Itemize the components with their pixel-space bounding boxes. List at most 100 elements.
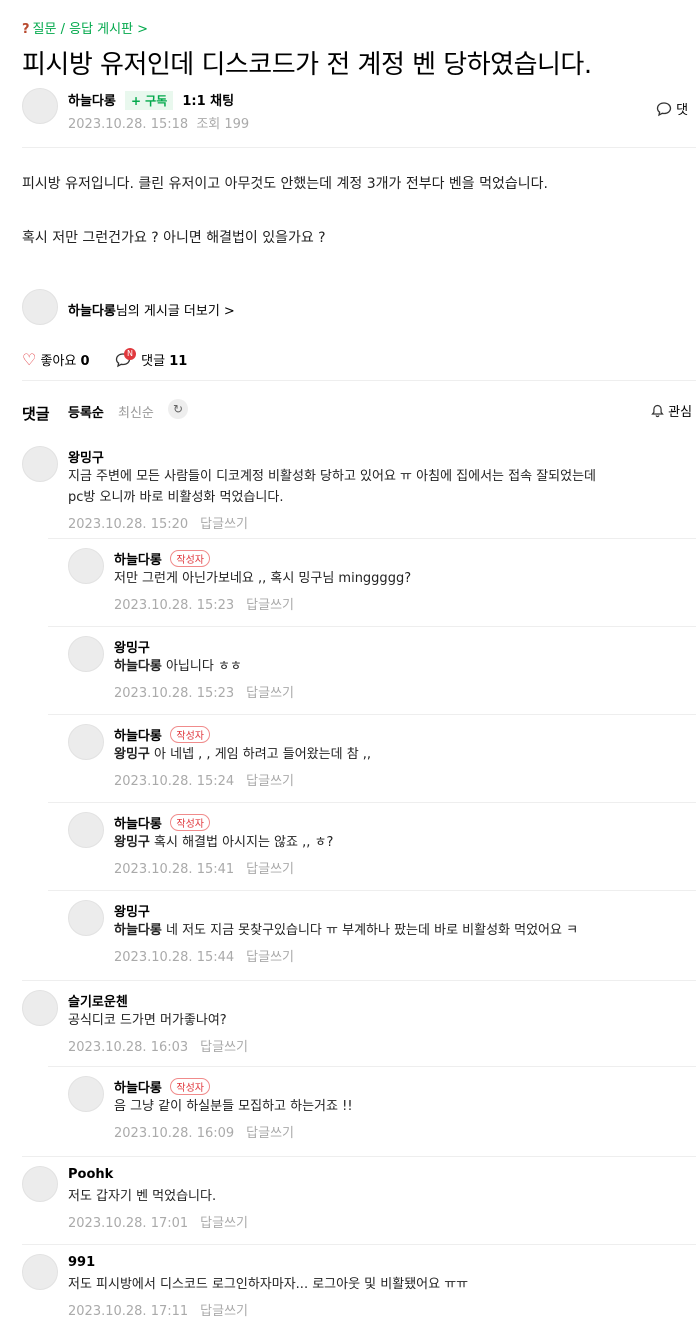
comment-text: 하늘다롱 아닙니다 ㅎㅎ xyxy=(114,659,242,674)
comment-date: 2023.10.28. 15:23 xyxy=(114,686,235,701)
divider xyxy=(22,147,696,148)
comment-avatar[interactable] xyxy=(68,812,104,848)
comment-meta: 2023.10.28. 15:23 답글쓰기 xyxy=(114,682,294,701)
comment-author[interactable]: 하늘다롱 작성자 xyxy=(114,725,210,744)
reply-button[interactable]: 답글쓰기 xyxy=(246,1126,294,1141)
author-badge: 작성자 xyxy=(170,1078,210,1095)
comment-divider xyxy=(48,1066,696,1067)
comment-count-button[interactable]: N 댓글 11 xyxy=(115,348,188,369)
reply-button[interactable]: 답글쓰기 xyxy=(246,686,294,701)
comment-bubble-icon xyxy=(656,102,672,117)
interest-button[interactable]: 관심 xyxy=(651,401,692,420)
comment-divider xyxy=(48,626,696,627)
comment-author[interactable]: 하늘다롱 작성자 xyxy=(114,549,210,568)
comment-avatar[interactable] xyxy=(68,1076,104,1112)
comment-avatar[interactable] xyxy=(22,446,58,482)
reply-button[interactable]: 답글쓰기 xyxy=(200,1216,248,1231)
comment-author[interactable]: 왕밍구 xyxy=(114,901,150,920)
comment-divider xyxy=(48,802,696,803)
comment-date: 2023.10.28. 15:41 xyxy=(114,862,235,877)
reply-button[interactable]: 답글쓰기 xyxy=(200,517,248,532)
comment-avatar[interactable] xyxy=(22,1254,58,1290)
comment-divider xyxy=(22,1244,696,1245)
comment-date: 2023.10.28. 15:23 xyxy=(114,598,235,613)
page-title: 피시방 유저인데 디스코드가 전 계정 벤 당하였습니다. xyxy=(22,50,592,80)
comment-text: 저도 갑자기 벤 먹었습니다. xyxy=(68,1189,217,1204)
comment-date: 2023.10.28. 15:44 xyxy=(114,950,235,965)
mention[interactable]: 왕밍구 xyxy=(114,747,150,762)
comment-text: 공식디코 드가면 머가좋나여? xyxy=(68,1013,227,1028)
comment-text: 음 그냥 같이 하실분들 모집하고 하는거죠 !! xyxy=(114,1099,353,1114)
author-avatar[interactable] xyxy=(22,88,58,124)
comment-text: 하늘다롱 네 저도 지금 못찾구있습니다 ㅠ 부계하나 팠는데 바로 비활성화 … xyxy=(114,923,579,938)
comment-meta: 2023.10.28. 15:23 답글쓰기 xyxy=(114,594,294,613)
comment-meta: 2023.10.28. 16:03 답글쓰기 xyxy=(68,1036,248,1055)
comment-link[interactable]: 댓 xyxy=(656,99,688,118)
comment-author[interactable]: 991 xyxy=(68,1255,95,1270)
heart-icon: ♡ xyxy=(22,350,37,369)
comment-avatar[interactable] xyxy=(68,636,104,672)
comment-meta: 2023.10.28. 15:41 답글쓰기 xyxy=(114,858,294,877)
comment-avatar[interactable] xyxy=(22,1166,58,1202)
comment-avatar[interactable] xyxy=(22,990,58,1026)
comment-count: 11 xyxy=(169,354,188,369)
comment-author[interactable]: Poohk xyxy=(68,1167,113,1182)
comment-author[interactable]: 슬기로운첸 xyxy=(68,991,128,1010)
comment-date: 2023.10.28. 15:24 xyxy=(114,774,235,789)
comment-text: 저만 그런게 아닌가보네요 ,, 혹시 밍구님 minggggg? xyxy=(114,571,412,586)
reply-button[interactable]: 답글쓰기 xyxy=(200,1040,248,1055)
reply-button[interactable]: 답글쓰기 xyxy=(246,950,294,965)
comment-date: 2023.10.28. 16:03 xyxy=(68,1040,189,1055)
comment-author[interactable]: 하늘다롱 작성자 xyxy=(114,1077,210,1096)
comment-text: pc방 오니까 바로 비활성화 먹었습니다. xyxy=(68,490,284,505)
more-posts-link[interactable]: 하늘다롱님의 게시글 더보기 > xyxy=(68,300,235,319)
divider xyxy=(22,380,696,381)
comment-meta: 2023.10.28. 15:24 답글쓰기 xyxy=(114,770,294,789)
comment-date: 2023.10.28. 17:01 xyxy=(68,1216,189,1231)
post-body-line-1: 피시방 유저입니다. 클린 유저이고 아무것도 안했는데 계정 3개가 전부다 … xyxy=(22,176,548,192)
like-count: 0 xyxy=(80,354,90,369)
author-badge: 작성자 xyxy=(170,726,210,743)
post-meta: 2023.10.28. 15:18 조회 199 xyxy=(68,113,249,132)
author-avatar-small[interactable] xyxy=(22,289,58,325)
comment-divider xyxy=(48,538,696,539)
bell-icon xyxy=(651,404,664,418)
author-name[interactable]: 하늘다롱 xyxy=(68,94,116,109)
comment-icon: N xyxy=(115,348,136,369)
reply-button[interactable]: 답글쓰기 xyxy=(200,1304,248,1319)
comment-meta: 2023.10.28. 16:09 답글쓰기 xyxy=(114,1122,294,1141)
subscribe-button[interactable]: + 구독 xyxy=(124,91,174,110)
sort-registered-tab[interactable]: 등록순 xyxy=(68,402,104,421)
comment-avatar[interactable] xyxy=(68,724,104,760)
comment-divider xyxy=(22,980,696,981)
comment-date: 2023.10.28. 15:20 xyxy=(68,517,189,532)
comment-text: 왕밍구 혹시 해결법 아시지는 않죠 ,, ㅎ? xyxy=(114,835,334,850)
mention[interactable]: 하늘다롱 xyxy=(114,923,162,938)
reply-button[interactable]: 답글쓰기 xyxy=(246,774,294,789)
sort-recent-tab[interactable]: 최신순 xyxy=(118,402,154,421)
comment-date: 2023.10.28. 16:09 xyxy=(114,1126,235,1141)
comment-date: 2023.10.28. 17:11 xyxy=(68,1304,189,1319)
post-date: 2023.10.28. 15:18 xyxy=(68,117,189,132)
comment-author[interactable]: 왕밍구 xyxy=(114,637,150,656)
post-views: 조회 199 xyxy=(196,117,250,132)
comment-meta: 2023.10.28. 15:20 답글쓰기 xyxy=(68,513,248,532)
comment-meta: 2023.10.28. 17:01 답글쓰기 xyxy=(68,1212,248,1231)
post-body-line-2: 혹시 저만 그런건가요 ? 아니면 해결법이 있을가요 ? xyxy=(22,230,326,246)
author-row: 하늘다롱 + 구독 1:1 채팅 xyxy=(68,90,234,110)
comment-author[interactable]: 왕밍구 xyxy=(68,447,104,466)
comment-avatar[interactable] xyxy=(68,548,104,584)
comment-text: 저도 피시방에서 디스코드 로그인하자마자... 로그아웃 및 비활됐어요 ㅠㅠ xyxy=(68,1277,469,1292)
refresh-icon[interactable]: ↻ xyxy=(168,399,188,419)
mention[interactable]: 왕밍구 xyxy=(114,835,150,850)
reply-button[interactable]: 답글쓰기 xyxy=(246,598,294,613)
comment-author[interactable]: 하늘다롱 작성자 xyxy=(114,813,210,832)
comments-heading: 댓글 xyxy=(22,405,50,423)
comment-avatar[interactable] xyxy=(68,900,104,936)
comment-divider xyxy=(48,890,696,891)
chat-button[interactable]: 1:1 채팅 xyxy=(182,94,234,109)
reply-button[interactable]: 답글쓰기 xyxy=(246,862,294,877)
breadcrumb[interactable]: ? 질문 / 응답 게시판 > xyxy=(22,18,148,37)
like-button[interactable]: ♡ 좋아요 0 xyxy=(22,350,90,369)
mention[interactable]: 하늘다롱 xyxy=(114,659,162,674)
